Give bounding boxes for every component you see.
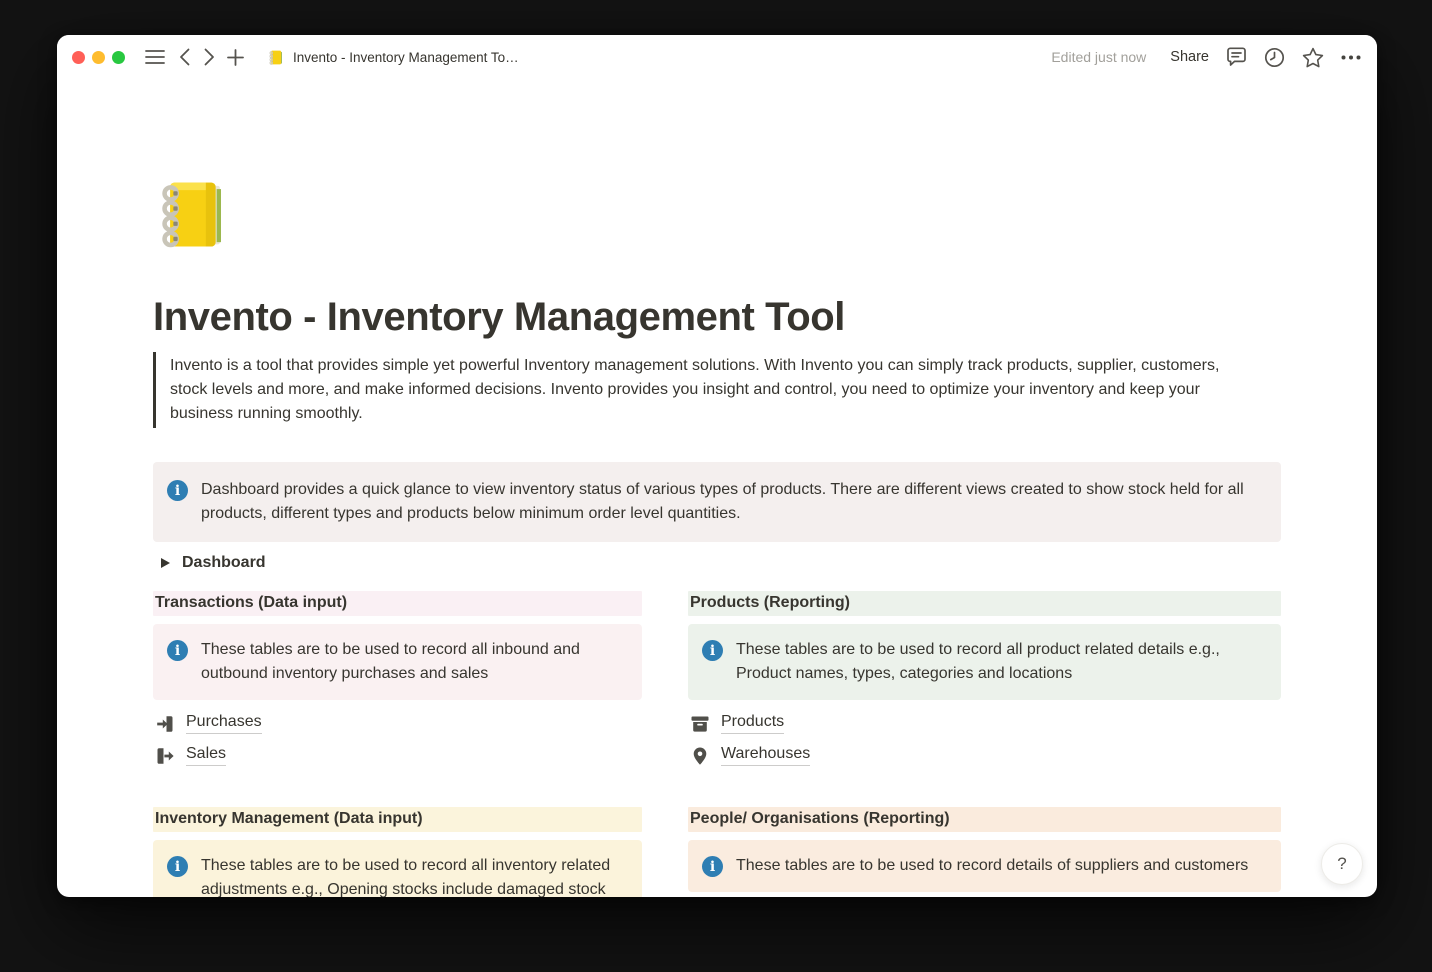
products-callout-text: These tables are to be used to record al… [736,638,1265,686]
intro-quote-block: Invento is a tool that provides simple y… [153,352,1281,428]
people-organisations-section: People/ Organisations (Reporting) i Thes… [688,807,1281,897]
people-organisations-heading: People/ Organisations (Reporting) [688,807,1281,832]
close-window-button[interactable] [72,51,85,64]
info-icon: i [167,480,188,501]
people-organisations-callout-text: These tables are to be used to record de… [736,854,1248,878]
warehouses-link-label: Warehouses [721,745,810,766]
window-titlebar: Invento - Inventory Management To… Edite… [57,35,1377,79]
location-pin-icon [690,746,710,766]
warehouses-page-link[interactable]: Warehouses [688,741,1281,770]
notion-window: Invento - Inventory Management To… Edite… [57,35,1377,897]
products-link-label: Products [721,713,784,734]
purchases-link-label: Purchases [186,713,262,734]
help-button[interactable]: ? [1321,843,1363,885]
page-title: Invento - Inventory Management Tool [153,293,1281,341]
dashboard-toggle[interactable]: Dashboard [153,550,1281,576]
page-emoji-notebook-icon [268,49,285,66]
minimize-window-button[interactable] [92,51,105,64]
page-icon-notebook[interactable] [155,175,235,253]
edited-status: Edited just now [1051,49,1146,65]
info-icon: i [702,640,723,661]
transactions-callout: i These tables are to be used to record … [153,624,642,700]
sales-link-label: Sales [186,745,226,766]
new-tab-icon[interactable] [227,49,244,66]
products-heading: Products (Reporting) [688,591,1281,616]
sales-page-link[interactable]: Sales [153,741,642,770]
share-button[interactable]: Share [1170,49,1209,65]
history-clock-icon[interactable] [1264,47,1285,68]
inventory-management-section: Inventory Management (Data input) i Thes… [153,807,642,897]
more-options-icon[interactable] [1341,55,1361,60]
columns-row-1: Transactions (Data input) i These tables… [153,591,1281,770]
inventory-management-callout-text: These tables are to be used to record al… [201,854,626,897]
dashboard-callout-text: Dashboard provides a quick glance to vie… [201,478,1265,526]
archive-box-icon [690,714,710,734]
products-section: Products (Reporting) i These tables are … [688,591,1281,770]
transactions-section: Transactions (Data input) i These tables… [153,591,642,770]
info-icon: i [167,856,188,877]
tab-title: Invento - Inventory Management To… [293,50,519,65]
transactions-heading: Transactions (Data input) [153,591,642,616]
exit-door-icon [155,746,175,766]
sidebar-menu-icon[interactable] [145,49,165,65]
comments-icon[interactable] [1226,47,1247,67]
enter-door-icon [155,714,175,734]
info-icon: i [702,856,723,877]
page-content: Invento - Inventory Management Tool Inve… [57,79,1377,897]
zoom-window-button[interactable] [112,51,125,64]
toggle-triangle-icon[interactable] [161,558,170,568]
people-organisations-callout: i These tables are to be used to record … [688,840,1281,892]
favorite-star-icon[interactable] [1302,47,1324,68]
inventory-management-heading: Inventory Management (Data input) [153,807,642,832]
products-callout: i These tables are to be used to record … [688,624,1281,700]
inventory-management-callout: i These tables are to be used to record … [153,840,642,897]
columns-row-2: Inventory Management (Data input) i Thes… [153,807,1281,897]
transactions-callout-text: These tables are to be used to record al… [201,638,626,686]
products-page-link[interactable]: Products [688,709,1281,738]
back-icon[interactable] [179,48,190,66]
dashboard-toggle-label: Dashboard [182,554,266,572]
dashboard-callout: i Dashboard provides a quick glance to v… [153,462,1281,542]
info-icon: i [167,640,188,661]
forward-icon[interactable] [204,48,215,66]
purchases-page-link[interactable]: Purchases [153,709,642,738]
